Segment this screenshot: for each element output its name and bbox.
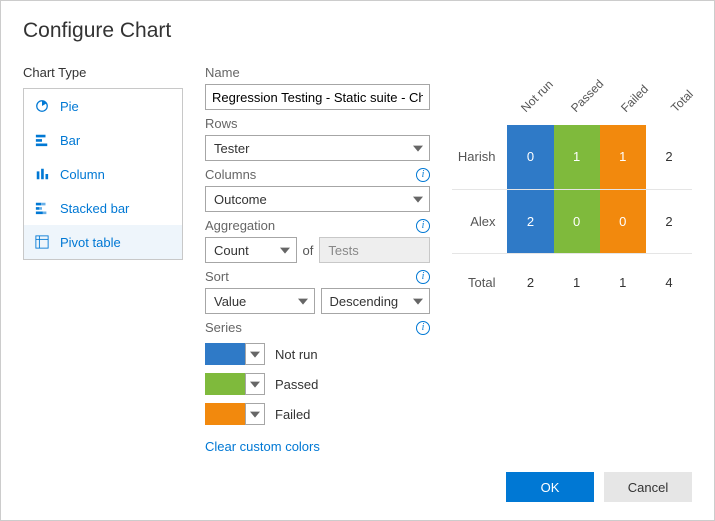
row-label: Harish bbox=[452, 125, 507, 189]
cell: 2 bbox=[646, 125, 692, 189]
series-color-picker-passed[interactable] bbox=[205, 373, 265, 395]
col-header: Not run bbox=[518, 77, 556, 115]
stacked-bar-icon bbox=[34, 200, 50, 216]
cancel-button[interactable]: Cancel bbox=[604, 472, 692, 502]
chart-type-bar[interactable]: Bar bbox=[24, 123, 182, 157]
sort-direction-value: Descending bbox=[330, 294, 399, 309]
sort-field-select[interactable]: Value bbox=[205, 288, 315, 314]
series-row: Not run bbox=[205, 343, 430, 365]
cell: 0 bbox=[554, 189, 600, 253]
cell: 1 bbox=[554, 125, 600, 189]
series-color-picker-not-run[interactable] bbox=[205, 343, 265, 365]
rows-label: Rows bbox=[205, 116, 430, 131]
chart-type-panel: Chart Type Pie Bar bbox=[23, 65, 183, 454]
table-row: Alex 2 0 0 2 bbox=[452, 189, 692, 253]
chevron-down-icon bbox=[298, 299, 308, 305]
chevron-down-icon bbox=[413, 299, 423, 305]
sort-field-value: Value bbox=[214, 294, 246, 309]
info-icon[interactable]: i bbox=[416, 219, 430, 233]
rows-select[interactable]: Tester bbox=[205, 135, 430, 161]
color-swatch bbox=[205, 403, 245, 425]
info-icon[interactable]: i bbox=[416, 168, 430, 182]
column-icon bbox=[34, 166, 50, 182]
pie-icon bbox=[34, 98, 50, 114]
color-swatch bbox=[205, 343, 245, 365]
chevron-down-icon bbox=[413, 197, 423, 203]
col-header: Passed bbox=[568, 77, 606, 115]
chart-type-pivot-table[interactable]: Pivot table bbox=[24, 225, 182, 259]
cell: 1 bbox=[600, 253, 646, 311]
chart-type-pie[interactable]: Pie bbox=[24, 89, 182, 123]
columns-select[interactable]: Outcome bbox=[205, 186, 430, 212]
chart-type-label: Chart Type bbox=[23, 65, 183, 80]
chevron-down-icon bbox=[250, 352, 260, 358]
aggregation-of-label: of bbox=[303, 243, 314, 258]
chart-type-pie-label: Pie bbox=[60, 99, 79, 114]
color-swatch bbox=[205, 373, 245, 395]
configure-chart-dialog: Configure Chart Chart Type Pie Bar bbox=[0, 0, 715, 521]
col-header: Failed bbox=[618, 82, 651, 115]
bar-icon bbox=[34, 132, 50, 148]
chart-type-pivot-table-label: Pivot table bbox=[60, 235, 121, 250]
pivot-column-headers: Not run Passed Failed Total bbox=[452, 65, 692, 115]
series-color-picker-failed[interactable] bbox=[205, 403, 265, 425]
cell: 0 bbox=[507, 125, 553, 189]
series-name-not-run: Not run bbox=[275, 347, 318, 362]
aggregation-select-value: Count bbox=[214, 243, 249, 258]
chart-type-stacked-bar-label: Stacked bar bbox=[60, 201, 129, 216]
info-icon[interactable]: i bbox=[416, 270, 430, 284]
name-label: Name bbox=[205, 65, 430, 80]
cell: 2 bbox=[507, 189, 553, 253]
ok-button[interactable]: OK bbox=[506, 472, 594, 502]
cell: 2 bbox=[646, 189, 692, 253]
cell: 1 bbox=[600, 125, 646, 189]
chevron-down-icon bbox=[250, 412, 260, 418]
dialog-columns: Chart Type Pie Bar bbox=[23, 65, 692, 454]
chart-type-column-label: Column bbox=[60, 167, 105, 182]
series-row: Failed bbox=[205, 403, 430, 425]
aggregation-label: Aggregation i bbox=[205, 218, 430, 233]
rows-select-value: Tester bbox=[214, 141, 249, 156]
chart-type-bar-label: Bar bbox=[60, 133, 80, 148]
dialog-title: Configure Chart bbox=[23, 19, 692, 43]
table-total-row: Total 2 1 1 4 bbox=[452, 253, 692, 311]
chart-preview: Not run Passed Failed Total Harish 0 1 1… bbox=[452, 65, 692, 454]
series-label: Series i bbox=[205, 320, 430, 335]
chart-type-stacked-bar[interactable]: Stacked bar bbox=[24, 191, 182, 225]
sort-direction-select[interactable]: Descending bbox=[321, 288, 431, 314]
series-name-passed: Passed bbox=[275, 377, 318, 392]
row-label: Alex bbox=[452, 189, 507, 253]
info-icon[interactable]: i bbox=[416, 321, 430, 335]
dialog-button-row: OK Cancel bbox=[506, 472, 692, 502]
columns-label: Columns i bbox=[205, 167, 430, 182]
chart-type-column[interactable]: Column bbox=[24, 157, 182, 191]
chevron-down-icon bbox=[280, 248, 290, 254]
cell: 1 bbox=[554, 253, 600, 311]
chevron-down-icon bbox=[250, 382, 260, 388]
aggregation-target: Tests bbox=[319, 237, 430, 263]
name-input[interactable] bbox=[205, 84, 430, 110]
columns-select-value: Outcome bbox=[214, 192, 267, 207]
col-header: Total bbox=[668, 87, 696, 115]
table-row: Harish 0 1 1 2 bbox=[452, 125, 692, 189]
cell: 2 bbox=[507, 253, 553, 311]
chart-type-list: Pie Bar Column bbox=[23, 88, 183, 260]
pivot-table: Harish 0 1 1 2 Alex 2 0 0 2 Total bbox=[452, 125, 692, 311]
cell: 4 bbox=[646, 253, 692, 311]
pivot-table-icon bbox=[34, 234, 50, 250]
chevron-down-icon bbox=[413, 146, 423, 152]
sort-label: Sort i bbox=[205, 269, 430, 284]
row-label: Total bbox=[452, 253, 507, 311]
chart-config-form: Name Rows Tester Columns i Outcome Aggre… bbox=[205, 65, 430, 454]
series-row: Passed bbox=[205, 373, 430, 395]
series-name-failed: Failed bbox=[275, 407, 310, 422]
cell: 0 bbox=[600, 189, 646, 253]
clear-custom-colors-link[interactable]: Clear custom colors bbox=[205, 439, 430, 454]
aggregation-select[interactable]: Count bbox=[205, 237, 297, 263]
